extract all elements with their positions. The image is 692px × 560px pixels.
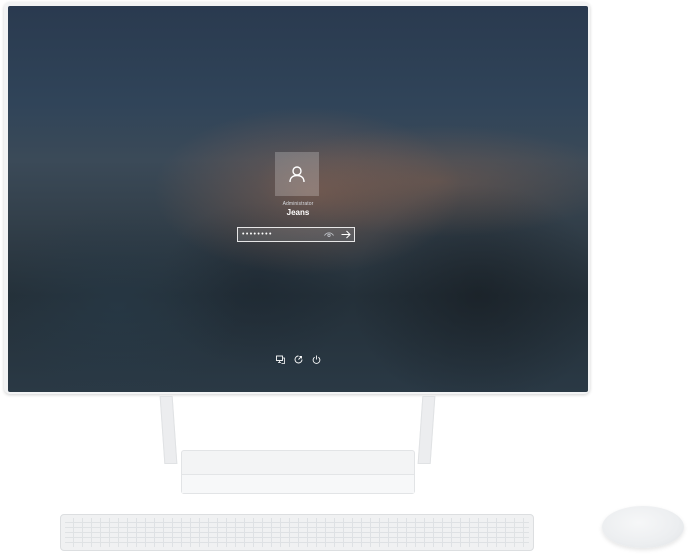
power-icon — [312, 355, 320, 364]
accessibility-icon — [294, 355, 302, 363]
eye-icon[interactable] — [324, 231, 334, 238]
stand-base-front — [182, 474, 414, 493]
keyboard-keys — [65, 518, 529, 547]
network-icon — [275, 355, 285, 364]
password-field[interactable]: •••••••• — [237, 227, 355, 242]
stand-arm-right — [417, 396, 436, 464]
stand-base — [181, 450, 415, 494]
accessibility-button[interactable] — [292, 354, 304, 364]
network-button[interactable] — [274, 354, 286, 364]
user-role: Administrator — [282, 201, 314, 207]
lock-screen: Administrator Jeans •••••••• — [8, 6, 588, 392]
stand-arm-left — [159, 396, 178, 464]
user-avatar — [275, 152, 319, 196]
password-value: •••••••• — [242, 231, 273, 238]
user-name: Jeans — [286, 208, 310, 217]
power-button[interactable] — [310, 354, 322, 364]
arrow-right-icon[interactable] — [341, 230, 351, 239]
user-icon — [289, 166, 305, 183]
keyboard — [60, 514, 534, 551]
mouse — [602, 506, 684, 548]
